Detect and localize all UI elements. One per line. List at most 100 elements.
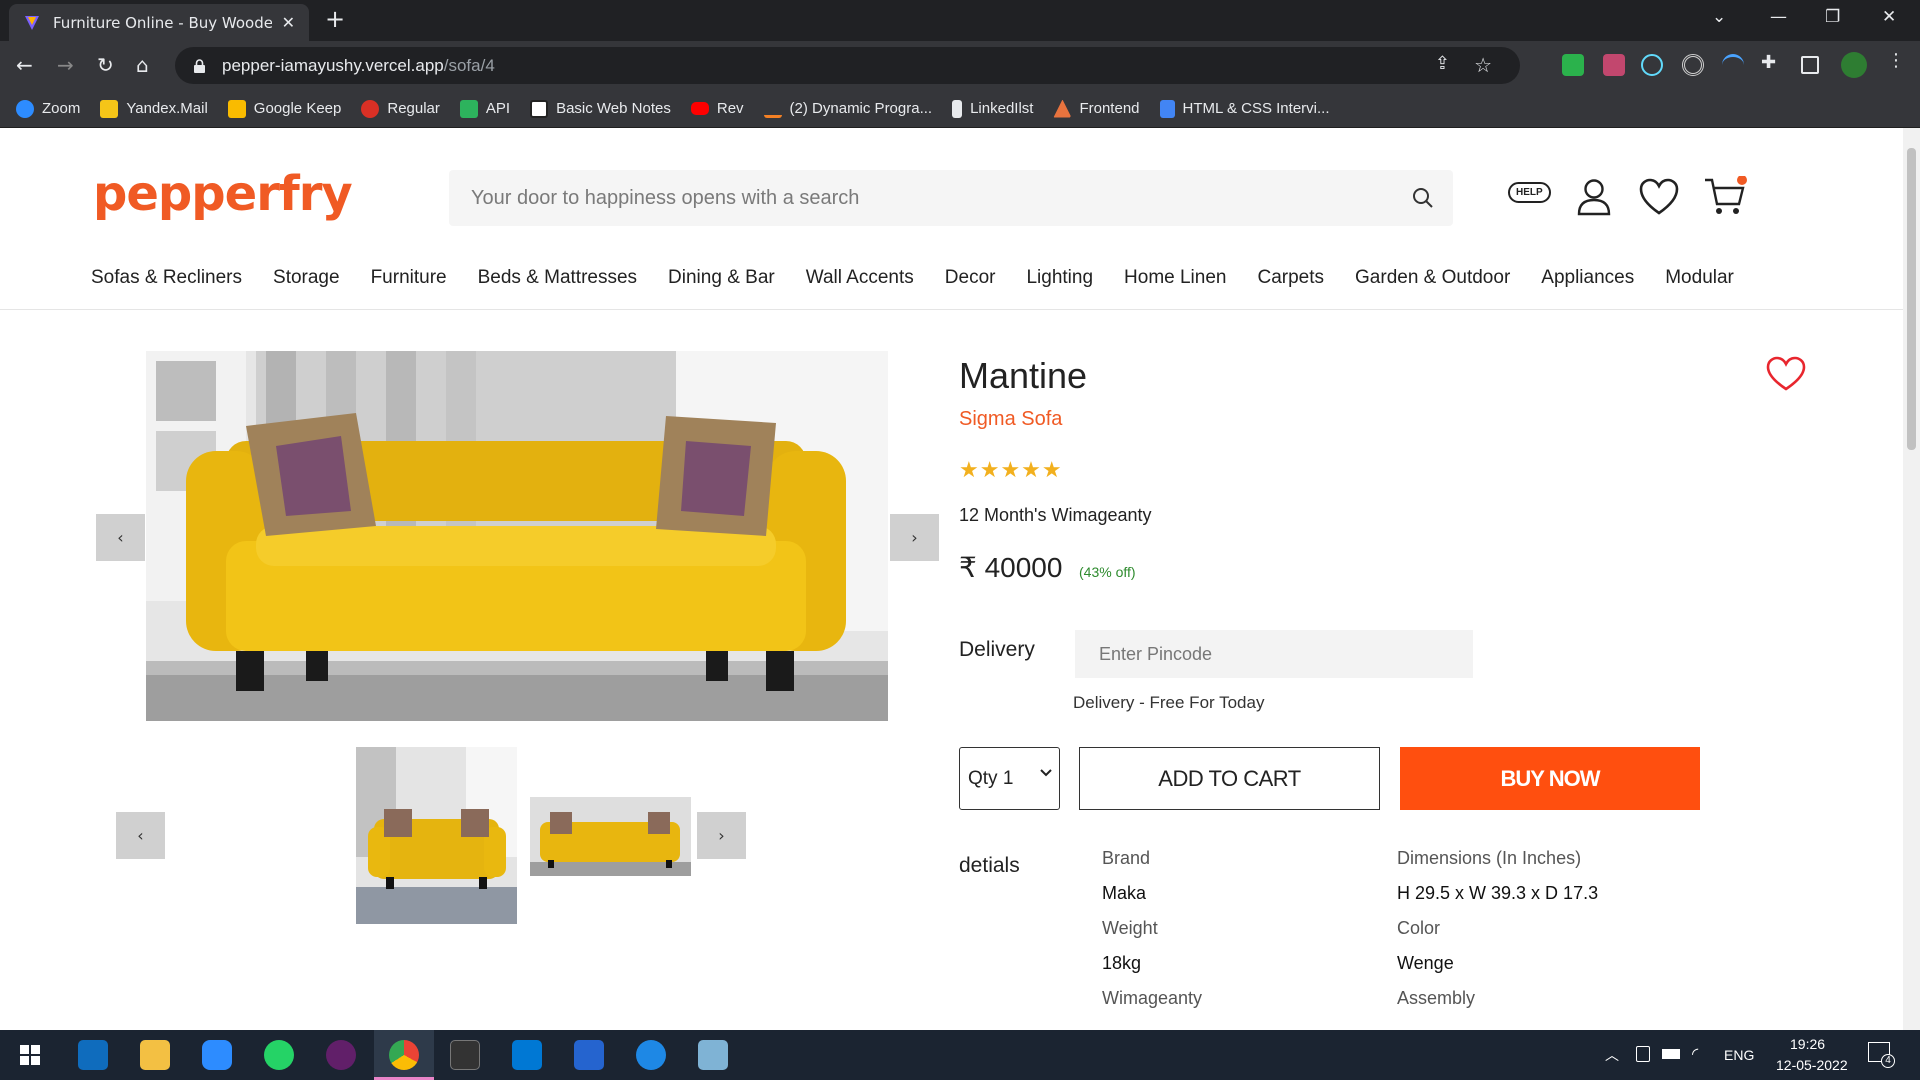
share-icon[interactable]: ⇪ — [1435, 53, 1450, 74]
restore-icon[interactable]: ❐ — [1825, 7, 1840, 27]
category-carpets[interactable]: Carpets — [1257, 267, 1324, 289]
chevron-left-icon: ‹ — [137, 826, 144, 845]
bookmark-rev[interactable]: Rev — [690, 100, 744, 117]
category-sofas-recliners[interactable]: Sofas & Recliners — [91, 267, 242, 289]
wifi-icon[interactable]: ◜ — [1692, 1044, 1698, 1063]
stackoverflow-icon — [763, 100, 782, 118]
spec-weight-label: Weight — [1102, 918, 1158, 938]
react-devtools-icon[interactable] — [1641, 54, 1663, 76]
chevron-down-icon — [1040, 769, 1052, 777]
thumbnail-image-2[interactable] — [530, 797, 691, 876]
file-explorer-icon[interactable] — [140, 1040, 170, 1070]
add-to-wishlist-heart-icon[interactable] — [1766, 356, 1806, 392]
thumbnail-next-button[interactable]: › — [697, 812, 746, 859]
bookmark-regular[interactable]: Regular — [361, 99, 440, 118]
puzzle-extensions-icon[interactable]: ✚ — [1761, 52, 1783, 74]
wishlist-heart-icon[interactable] — [1639, 178, 1679, 216]
browser-menu-icon[interactable]: ⋮ — [1887, 50, 1909, 72]
zoom-app-icon[interactable] — [202, 1040, 232, 1070]
target-extension-icon[interactable] — [1682, 54, 1704, 76]
bookmark-google-keep[interactable]: Google Keep — [227, 99, 341, 118]
site-header: pepperfry HELP Sofas & Recliners Storage… — [0, 128, 1903, 310]
firefox-dev-icon[interactable] — [636, 1040, 666, 1070]
browser-tab-strip: Furniture Online - Buy Wooden F ✕ + ⌄ — … — [0, 0, 1920, 41]
help-button[interactable]: HELP — [1508, 182, 1551, 203]
tab-search-chevron-icon[interactable]: ⌄ — [1712, 7, 1726, 27]
thumbnail-image-1[interactable] — [356, 747, 517, 924]
new-tab-icon[interactable]: + — [325, 5, 345, 33]
pepperfry-logo[interactable]: pepperfry — [93, 166, 353, 222]
language-indicator[interactable]: ENG — [1724, 1047, 1754, 1063]
zoom-icon — [16, 99, 34, 118]
add-to-cart-button[interactable]: ADD TO CART — [1079, 747, 1380, 810]
meet-now-icon[interactable] — [1636, 1046, 1650, 1062]
bookmark-dynamic-programming[interactable]: (2) Dynamic Progra... — [763, 100, 932, 118]
shield-extension-icon[interactable] — [1562, 54, 1584, 76]
reload-icon[interactable]: ↻ — [97, 53, 114, 77]
search-input[interactable] — [471, 186, 1371, 210]
bookmark-frontend[interactable]: Frontend — [1053, 99, 1140, 118]
bookmarks-bar: Zoom Yandex.Mail Google Keep Regular API… — [0, 90, 1920, 128]
bookmark-yandex-mail[interactable]: Yandex.Mail — [100, 99, 208, 118]
address-bar[interactable]: pepper-iamayushy.vercel.app/sofa/4 ⇪ ☆ — [175, 47, 1520, 84]
url-host: pepper-iamayushy.vercel.app — [222, 55, 444, 75]
buy-now-button[interactable]: BUY NOW — [1400, 747, 1700, 810]
page-scrollbar[interactable] — [1903, 128, 1920, 1030]
notes-app-icon[interactable] — [698, 1040, 728, 1070]
cart-icon[interactable] — [1703, 176, 1747, 218]
tray-chevron-up-icon[interactable]: ︿ — [1605, 1045, 1619, 1065]
category-home-linen[interactable]: Home Linen — [1124, 267, 1226, 289]
profile-avatar[interactable] — [1841, 52, 1867, 78]
magnet-extension-icon[interactable] — [1722, 54, 1744, 76]
pincode-input[interactable] — [1075, 630, 1473, 678]
thumbnail-prev-button[interactable]: ‹ — [116, 812, 165, 859]
bookmark-zoom[interactable]: Zoom — [16, 99, 80, 118]
windows-start-icon[interactable] — [20, 1045, 40, 1065]
category-furniture[interactable]: Furniture — [371, 267, 447, 289]
discount-badge: (43% off) — [1079, 564, 1136, 580]
bookmark-api[interactable]: API — [459, 99, 510, 118]
browser-tab[interactable]: Furniture Online - Buy Wooden F ✕ — [9, 4, 309, 41]
search-icon[interactable] — [1411, 186, 1435, 210]
spec-color-label: Color — [1397, 918, 1441, 938]
category-beds-mattresses[interactable]: Beds & Mattresses — [478, 267, 637, 289]
terminal-icon[interactable] — [450, 1040, 480, 1070]
store-icon[interactable] — [78, 1040, 108, 1070]
clock-time[interactable]: 19:26 — [1790, 1036, 1825, 1052]
window-close-icon[interactable]: ✕ — [1882, 7, 1896, 27]
category-appliances[interactable]: Appliances — [1541, 267, 1634, 289]
forward-icon[interactable]: → — [57, 53, 74, 77]
bookmark-basic-web-notes[interactable]: Basic Web Notes — [530, 99, 671, 118]
clock-date[interactable]: 12-05-2022 — [1776, 1057, 1848, 1073]
main-image-next-button[interactable]: › — [890, 514, 939, 561]
category-lighting[interactable]: Lighting — [1026, 267, 1093, 289]
minimize-icon[interactable]: — — [1770, 7, 1787, 27]
scrollbar-thumb[interactable] — [1907, 148, 1916, 450]
todo-icon[interactable] — [574, 1040, 604, 1070]
search-box[interactable] — [449, 170, 1453, 226]
whatsapp-icon[interactable] — [264, 1040, 294, 1070]
back-icon[interactable]: ← — [16, 53, 33, 77]
bookmark-star-icon[interactable]: ☆ — [1474, 53, 1492, 78]
category-storage[interactable]: Storage — [273, 267, 340, 289]
category-dining-bar[interactable]: Dining & Bar — [668, 267, 775, 289]
color-extension-icon[interactable] — [1603, 54, 1625, 76]
browser-toolbar: ← → ↻ ⌂ pepper-iamayushy.vercel.app/sofa… — [0, 41, 1920, 90]
user-icon[interactable] — [1576, 178, 1612, 216]
home-icon[interactable]: ⌂ — [136, 53, 149, 77]
bookmark-linkedlist[interactable]: LinkedIlst — [952, 99, 1033, 118]
battery-icon[interactable] — [1662, 1049, 1680, 1059]
main-image-prev-button[interactable]: ‹ — [96, 514, 145, 561]
bookmark-html-css-interview[interactable]: HTML & CSS Intervi... — [1159, 99, 1330, 118]
category-decor[interactable]: Decor — [945, 267, 996, 289]
side-panel-icon[interactable] — [1801, 56, 1819, 74]
category-garden-outdoor[interactable]: Garden & Outdoor — [1355, 267, 1510, 289]
vscode-icon[interactable] — [512, 1040, 542, 1070]
quantity-select[interactable]: Qty 1 — [959, 747, 1060, 810]
category-modular[interactable]: Modular — [1665, 267, 1734, 289]
tab-close-icon[interactable]: ✕ — [282, 13, 295, 32]
category-wall-accents[interactable]: Wall Accents — [806, 267, 914, 289]
product-title: Mantine — [959, 355, 1088, 396]
chrome-taskbar-button[interactable] — [374, 1030, 434, 1080]
slack-icon[interactable] — [326, 1040, 356, 1070]
